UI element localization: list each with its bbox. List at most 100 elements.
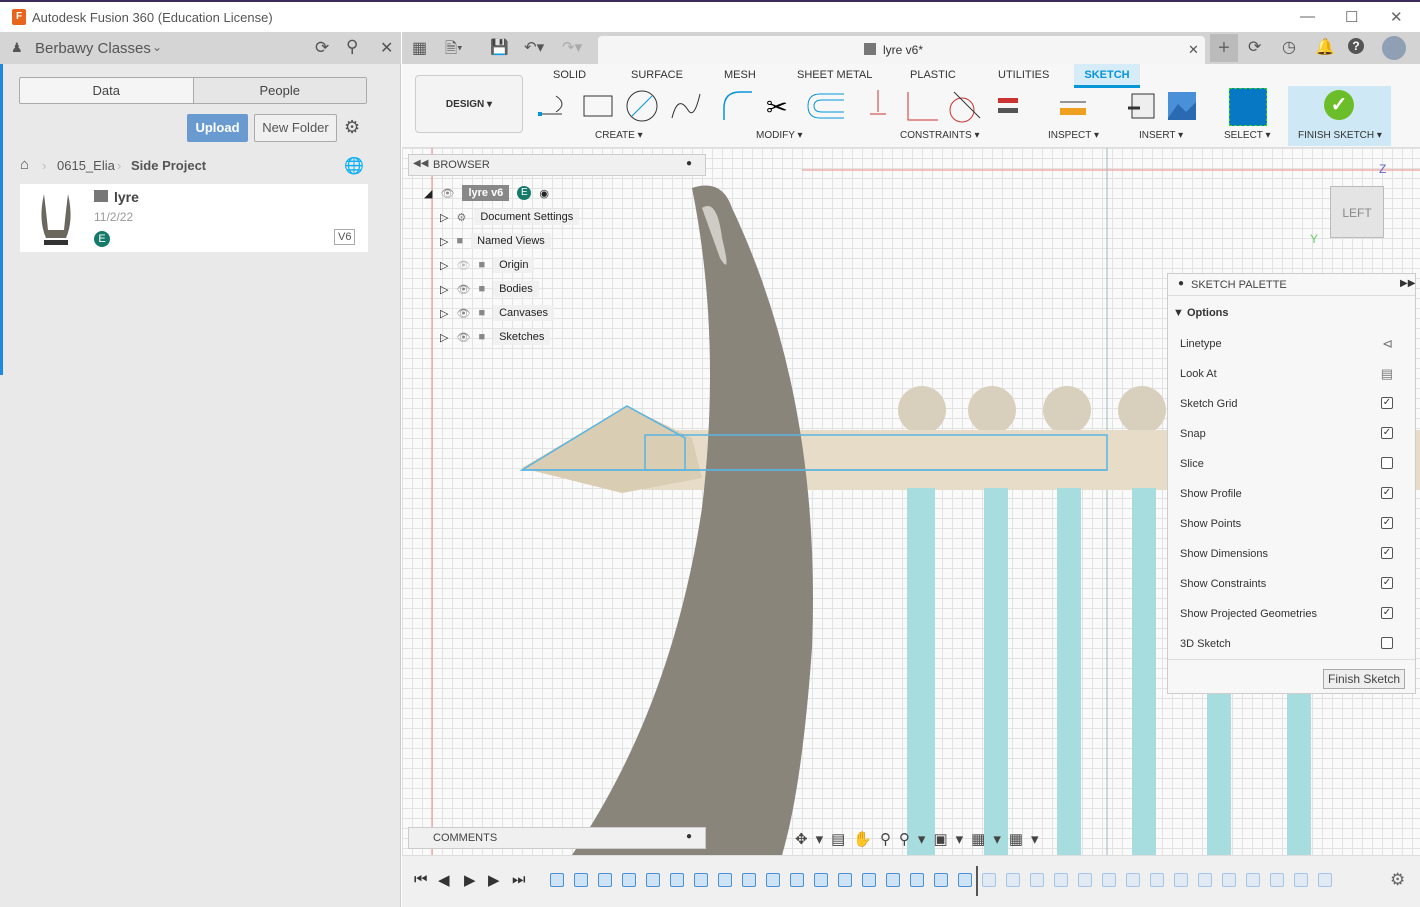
new-folder-button[interactable]: New Folder xyxy=(254,114,337,142)
bell-icon[interactable]: 🔔 xyxy=(1315,37,1335,57)
select-menu[interactable]: SELECT ▾ xyxy=(1224,130,1271,141)
timeline-feature[interactable] xyxy=(766,873,780,887)
expand-icon[interactable]: ▶▶ xyxy=(1400,278,1415,289)
timeline-feature[interactable] xyxy=(1126,873,1140,887)
new-tab-button[interactable]: + xyxy=(1210,34,1238,62)
look-at-icon[interactable]: ▤ xyxy=(1381,366,1393,382)
checkbox[interactable]: ✓ xyxy=(1381,547,1393,559)
timeline-feature[interactable] xyxy=(718,873,732,887)
timeline-feature[interactable] xyxy=(1270,873,1284,887)
avatar[interactable] xyxy=(1382,36,1406,60)
toggle-icon[interactable]: ● xyxy=(686,158,692,169)
checkbox[interactable]: ✓ xyxy=(1381,607,1393,619)
workspace-dropdown[interactable]: DESIGN ▾ xyxy=(415,75,523,133)
insert-menu[interactable]: INSERT ▾ xyxy=(1139,130,1183,141)
timeline-feature[interactable] xyxy=(1030,873,1044,887)
file-menu-icon[interactable]: 🗎▾ xyxy=(445,38,463,63)
search-icon[interactable]: ⚲ xyxy=(346,37,358,57)
modify-menu[interactable]: MODIFY ▾ xyxy=(756,130,803,141)
timeline-feature[interactable] xyxy=(1006,873,1020,887)
collapse-triangle-icon[interactable]: ◢ xyxy=(424,187,432,200)
navigation-bar[interactable]: ✥▾▤✋⚲⚲▾▣▾▦▾▦▾ xyxy=(795,830,1047,848)
last-step-icon[interactable]: ⏭ xyxy=(512,871,526,888)
expand-triangle-icon[interactable]: ▷ xyxy=(440,307,448,320)
add-comment-icon[interactable]: ● xyxy=(686,831,692,842)
timeline-feature[interactable] xyxy=(1174,873,1188,887)
timeline-feature[interactable] xyxy=(862,873,876,887)
timeline-marker[interactable] xyxy=(976,866,978,896)
close-icon[interactable]: ✕ xyxy=(380,38,393,58)
checkbox[interactable]: ✓ xyxy=(1381,427,1393,439)
timeline-feature[interactable] xyxy=(1222,873,1236,887)
timeline-feature[interactable] xyxy=(622,873,636,887)
tab-utilities[interactable]: UTILITIES xyxy=(998,69,1049,81)
version-dropdown[interactable]: V6 xyxy=(334,229,356,245)
help-icon[interactable]: ? xyxy=(1348,38,1364,54)
undo-icon[interactable]: ↶▾ xyxy=(524,38,544,56)
root-name[interactable]: lyre v6 xyxy=(462,185,510,201)
previous-step-icon[interactable]: ◀ xyxy=(438,871,450,889)
toggle-icon[interactable]: ● xyxy=(1178,278,1184,289)
play-icon[interactable]: ▶ xyxy=(464,871,476,889)
eye-hidden-icon[interactable]: 👁 xyxy=(456,259,470,272)
timeline-feature[interactable] xyxy=(1054,873,1068,887)
browser-panel-header[interactable]: ◀◀ BROWSER ● xyxy=(408,154,706,176)
inspect-menu[interactable]: INSPECT ▾ xyxy=(1048,130,1099,141)
document-tab[interactable]: lyre v6* ✕ xyxy=(598,36,1205,64)
eye-icon[interactable]: 👁 xyxy=(456,283,470,296)
close-window-button[interactable]: ✕ xyxy=(1390,8,1403,26)
maximize-button[interactable]: ☐ xyxy=(1345,8,1358,26)
collapse-icon[interactable]: ◀◀ xyxy=(413,158,428,169)
timeline-feature[interactable] xyxy=(742,873,756,887)
timeline-feature[interactable] xyxy=(646,873,660,887)
first-step-icon[interactable]: ⏮ xyxy=(414,871,428,888)
expand-triangle-icon[interactable]: ▷ xyxy=(440,283,448,296)
tab-solid[interactable]: SOLID xyxy=(553,69,586,81)
checkbox[interactable]: ✓ xyxy=(1381,517,1393,529)
browser-root[interactable]: ◢ 👁 lyre v6 E ◉ xyxy=(424,183,549,203)
file-name[interactable]: lyre xyxy=(114,189,139,205)
create-tools[interactable] xyxy=(538,88,708,124)
eye-icon[interactable]: 👁 xyxy=(440,187,454,200)
finish-sketch-palette-button[interactable]: Finish Sketch xyxy=(1323,669,1406,689)
options-section[interactable]: ▼ Options xyxy=(1173,307,1229,319)
timeline-feature[interactable] xyxy=(814,873,828,887)
breadcrumb-folder[interactable]: Side Project xyxy=(131,158,206,173)
tab-sheet-metal[interactable]: SHEET METAL xyxy=(797,69,872,81)
job-status-icon[interactable]: ⟳ xyxy=(1248,37,1261,57)
browser-item[interactable]: ▷ ■ Named Views xyxy=(440,231,551,251)
home-icon[interactable]: ⌂ xyxy=(20,156,29,173)
browser-item[interactable]: ▷ 👁 ■ Origin xyxy=(440,255,535,275)
tab-mesh[interactable]: MESH xyxy=(724,69,756,81)
select-tool-icon[interactable] xyxy=(1229,88,1267,126)
browser-item[interactable]: ▷ 👁 ■ Bodies xyxy=(440,279,539,299)
tab-data[interactable]: Data xyxy=(20,78,193,103)
tab-sketch[interactable]: SKETCH xyxy=(1074,64,1140,88)
timeline-feature[interactable] xyxy=(1198,873,1212,887)
activate-radio-icon[interactable]: ◉ xyxy=(539,187,549,200)
timeline-feature[interactable] xyxy=(886,873,900,887)
constraints-menu[interactable]: CONSTRAINTS ▾ xyxy=(900,130,979,141)
modify-tools[interactable]: ✂ xyxy=(720,88,850,124)
checkbox[interactable]: ✓ xyxy=(1381,577,1393,589)
timeline-feature[interactable] xyxy=(910,873,924,887)
tab-plastic[interactable]: PLASTIC xyxy=(910,69,956,81)
timeline-feature[interactable] xyxy=(1318,873,1332,887)
apps-grid-icon[interactable]: ▦ xyxy=(412,38,427,58)
timeline-feature[interactable] xyxy=(574,873,588,887)
viewcube[interactable]: LEFT xyxy=(1330,186,1384,238)
file-card[interactable]: lyre 11/2/22 E V6 xyxy=(20,184,368,252)
constraint-tools[interactable] xyxy=(866,88,1026,124)
timeline-feature[interactable] xyxy=(934,873,948,887)
timeline-feature[interactable] xyxy=(1294,873,1308,887)
expand-triangle-icon[interactable]: ▷ xyxy=(440,211,448,224)
measure-icon[interactable] xyxy=(1058,96,1088,118)
breadcrumb-project[interactable]: 0615_Elia xyxy=(57,158,115,173)
team-selector[interactable]: Berbawy Classes xyxy=(35,40,151,57)
timeline-feature[interactable] xyxy=(958,873,972,887)
timeline-feature[interactable] xyxy=(1078,873,1092,887)
tab-people[interactable]: People xyxy=(192,78,366,103)
timeline-feature[interactable] xyxy=(790,873,804,887)
save-icon[interactable]: 💾 xyxy=(490,38,509,56)
comments-panel[interactable]: COMMENTS ● xyxy=(408,827,706,849)
